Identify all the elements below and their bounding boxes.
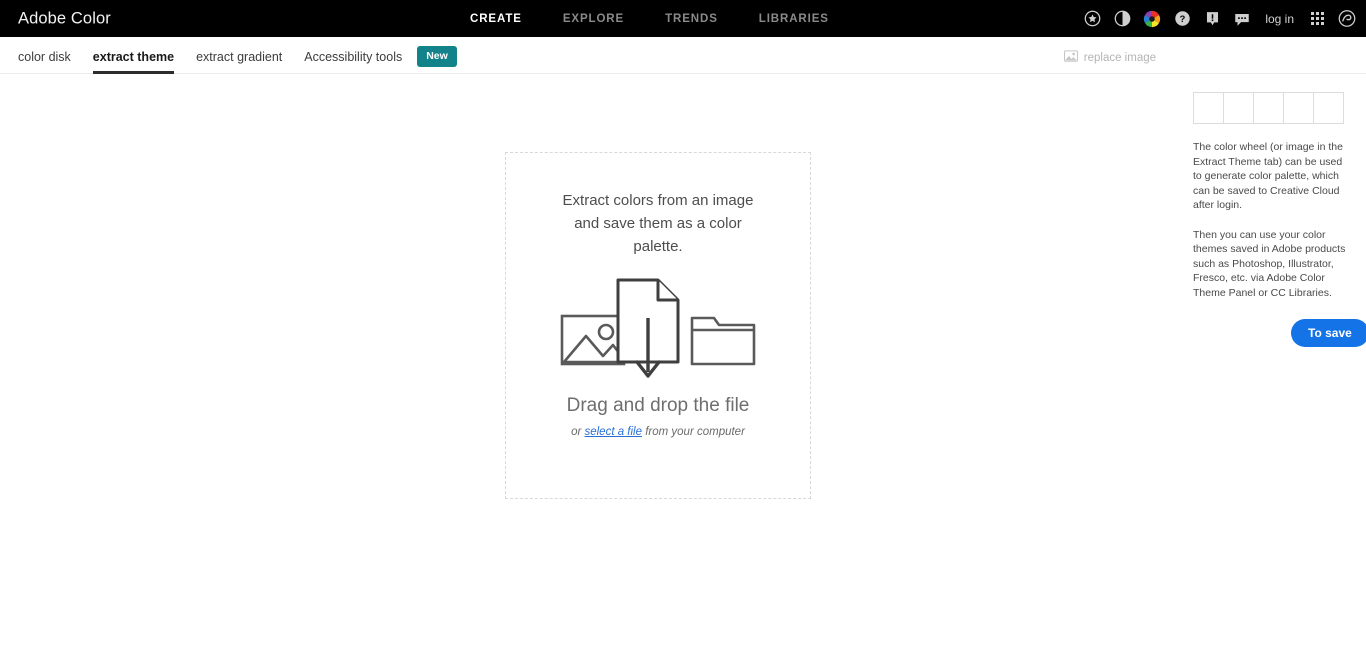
select-a-file-link[interactable]: select a file (584, 426, 642, 438)
image-drop-zone[interactable]: Extract colors from an image and save th… (505, 152, 811, 499)
tab-extract-gradient[interactable]: extract gradient (185, 50, 293, 73)
drop-zone-subtext-suffix: from your computer (642, 426, 745, 438)
drop-zone-title: Drag and drop the file (566, 395, 750, 416)
nav-item-create[interactable]: CREATE (470, 13, 522, 25)
app-grid-icon[interactable] (1308, 10, 1326, 28)
main-navigation: CREATE EXPLORE TRENDS LIBRARIES (470, 0, 829, 37)
replace-image-button[interactable]: replace image (1063, 50, 1156, 65)
image-placeholder-icon (1063, 50, 1078, 65)
help-icon[interactable]: ? (1173, 10, 1191, 28)
to-save-button[interactable]: To save (1291, 319, 1366, 347)
nav-item-trends[interactable]: TRENDS (665, 13, 718, 25)
top-navigation-bar: Adobe Color CREATE EXPLORE TRENDS LIBRAR… (0, 0, 1366, 37)
drop-zone-subtext-prefix: or (571, 426, 585, 438)
image-icon (560, 314, 628, 366)
drop-zone-headline: Extract colors from an image and save th… (562, 192, 754, 255)
star-icon[interactable] (1083, 10, 1101, 28)
tool-tabs: color disk extract theme extract gradien… (0, 46, 457, 74)
tab-color-disk[interactable]: color disk (18, 50, 82, 73)
document-download-icon (616, 278, 680, 378)
login-link[interactable]: log in (1265, 12, 1294, 26)
app-brand-title: Adobe Color (18, 9, 111, 27)
palette-swatch[interactable] (1283, 92, 1314, 124)
palette-swatch[interactable] (1313, 92, 1344, 124)
nav-item-explore[interactable]: EXPLORE (563, 13, 624, 25)
rail-paragraph-two: Then you can use your color themes saved… (1193, 228, 1346, 299)
editor-stage: Extract colors from an image and save th… (0, 74, 1366, 669)
right-rail: The color wheel (or image in the Extract… (1193, 92, 1366, 347)
feedback-icon[interactable] (1203, 10, 1221, 28)
palette-swatch[interactable] (1223, 92, 1254, 124)
top-bar-actions: ? log in (1083, 0, 1356, 37)
nav-item-libraries[interactable]: LIBRARIES (759, 13, 829, 25)
new-badge: New (417, 46, 457, 67)
drop-zone-subtext: or select a file from your computer (571, 426, 745, 438)
palette-swatches (1193, 92, 1348, 124)
svg-text:?: ? (1179, 14, 1185, 24)
drop-zone-illustration (558, 274, 758, 389)
color-wheel-icon[interactable] (1143, 10, 1161, 28)
contrast-icon[interactable] (1113, 10, 1131, 28)
folder-icon (690, 316, 756, 366)
creative-cloud-icon[interactable] (1338, 10, 1356, 28)
tool-tab-strip: color disk extract theme extract gradien… (0, 37, 1366, 74)
replace-image-label: replace image (1083, 51, 1156, 64)
tab-extract-theme[interactable]: extract theme (82, 50, 185, 74)
palette-swatch[interactable] (1253, 92, 1284, 124)
tab-accessibility-tools[interactable]: Accessibility tools (293, 50, 413, 73)
palette-swatch[interactable] (1193, 92, 1224, 124)
chat-icon[interactable] (1233, 10, 1251, 28)
rail-paragraph-one: The color wheel (or image in the Extract… (1193, 141, 1343, 211)
